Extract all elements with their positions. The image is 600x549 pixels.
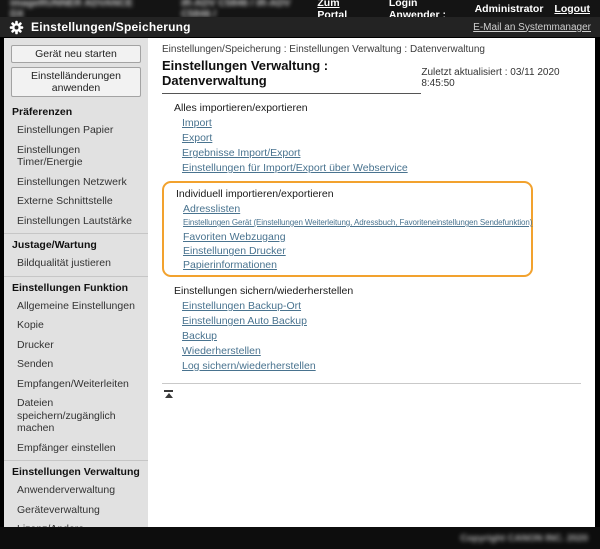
sidebar-section-management-settings: Einstellungen Verwaltung Anwenderverwalt… bbox=[4, 460, 148, 527]
sidebar-item-store-access-files[interactable]: Dateien speichern/zugänglich machen bbox=[4, 394, 148, 439]
link-paper-information[interactable]: Papierinformationen bbox=[183, 258, 527, 272]
link-backup[interactable]: Backup bbox=[182, 329, 581, 344]
sidebar-section-preferences: Präferenzen Einstellungen Papier Einstel… bbox=[4, 101, 148, 231]
sidebar-section-header: Einstellungen Funktion bbox=[4, 277, 148, 297]
sidebar-item-license-other[interactable]: Lizenz/Andere bbox=[4, 520, 148, 527]
group-import-export-individually-callout: Individuell importieren/exportieren Adre… bbox=[162, 181, 533, 277]
login-user-name: Administrator bbox=[475, 3, 544, 15]
sidebar-item-network-settings[interactable]: Einstellungen Netzwerk bbox=[4, 173, 148, 193]
apply-setting-changes-button[interactable]: Einstelländerungen anwenden bbox=[11, 67, 141, 97]
link-printer-settings[interactable]: Einstellungen Drucker bbox=[183, 244, 527, 258]
link-device-settings[interactable]: Einstellungen Gerät (Einstellungen Weite… bbox=[183, 216, 527, 230]
gear-icon bbox=[9, 20, 24, 35]
group-backup-restore: Einstellungen sichern/wiederherstellen E… bbox=[162, 284, 581, 374]
sidebar-section-adjustment-maintenance: Justage/Wartung Bildqualität justieren bbox=[4, 233, 148, 274]
top-device-bar: imageRUNNER ADVANCE DX iR-ADV C5846 / iR… bbox=[0, 0, 600, 17]
group-heading: Einstellungen sichern/wiederherstellen bbox=[174, 284, 581, 298]
settings-app-bar: Einstellungen/Speicherung E-Mail an Syst… bbox=[0, 17, 600, 38]
group-heading: Alles importieren/exportieren bbox=[174, 101, 581, 115]
link-auto-backup-settings[interactable]: Einstellungen Auto Backup bbox=[182, 314, 581, 329]
sidebar-item-timer-energy-settings[interactable]: Einstellungen Timer/Energie bbox=[4, 141, 148, 173]
data-management-page: Einstellungen/Speicherung : Einstellunge… bbox=[148, 38, 595, 527]
link-import-export-results[interactable]: Ergebnisse Import/Export bbox=[182, 146, 581, 161]
sidebar-section-header: Justage/Wartung bbox=[4, 234, 148, 254]
footer-bar: Copyright CANON INC. 2020 bbox=[0, 527, 600, 549]
sidebar-item-volume-settings[interactable]: Einstellungen Lautstärke bbox=[4, 212, 148, 232]
sidebar-item-adjust-image-quality[interactable]: Bildqualität justieren bbox=[4, 254, 148, 274]
page-title: Einstellungen Verwaltung : Datenverwaltu… bbox=[162, 58, 421, 94]
sidebar-item-receive-forward[interactable]: Empfangen/Weiterleiten bbox=[4, 375, 148, 395]
remote-ui-window: imageRUNNER ADVANCE DX iR-ADV C5846 / iR… bbox=[0, 0, 600, 549]
link-log-backup-restore[interactable]: Log sichern/wiederherstellen bbox=[182, 359, 581, 374]
restart-device-button[interactable]: Gerät neu starten bbox=[11, 45, 141, 63]
content-divider bbox=[162, 383, 581, 384]
sidebar-item-set-destination[interactable]: Empfänger einstellen bbox=[4, 439, 148, 459]
group-import-export-all: Alles importieren/exportieren Import Exp… bbox=[162, 101, 581, 176]
logout-link[interactable]: Logout bbox=[554, 3, 590, 15]
sidebar-item-paper-settings[interactable]: Einstellungen Papier bbox=[4, 121, 148, 141]
sidebar-item-user-management[interactable]: Anwenderverwaltung bbox=[4, 481, 148, 501]
group-heading: Individuell importieren/exportieren bbox=[176, 187, 527, 201]
sidebar-section-header: Präferenzen bbox=[4, 101, 148, 121]
sidebar-item-common-settings[interactable]: Allgemeine Einstellungen bbox=[4, 297, 148, 317]
sidebar-section-header: Einstellungen Verwaltung bbox=[4, 461, 148, 481]
link-restore[interactable]: Wiederherstellen bbox=[182, 344, 581, 359]
back-to-top-link[interactable] bbox=[164, 390, 173, 398]
top-arrow-icon bbox=[164, 390, 173, 392]
link-import-export-webservice-settings[interactable]: Einstellungen für Import/Export über Web… bbox=[182, 161, 581, 176]
sidebar-item-device-management[interactable]: Geräteverwaltung bbox=[4, 501, 148, 521]
settings-sidebar: Gerät neu starten Einstelländerungen anw… bbox=[4, 38, 148, 527]
copyright-text: Copyright CANON INC. 2020 bbox=[460, 533, 588, 544]
email-system-manager-link[interactable]: E-Mail an Systemmanager bbox=[473, 22, 591, 33]
link-export[interactable]: Export bbox=[182, 131, 581, 146]
link-backup-location-settings[interactable]: Einstellungen Backup-Ort bbox=[182, 299, 581, 314]
sidebar-item-external-interface[interactable]: Externe Schnittstelle bbox=[4, 192, 148, 212]
sidebar-section-function-settings: Einstellungen Funktion Allgemeine Einste… bbox=[4, 276, 148, 459]
sidebar-item-copy[interactable]: Kopie bbox=[4, 316, 148, 336]
breadcrumb: Einstellungen/Speicherung : Einstellunge… bbox=[162, 44, 581, 55]
top-arrow-icon bbox=[165, 393, 173, 398]
link-address-lists[interactable]: Adresslisten bbox=[183, 202, 527, 216]
last-updated-timestamp: Zuletzt aktualisiert : 03/11 2020 8:45:5… bbox=[421, 67, 581, 94]
sidebar-item-send[interactable]: Senden bbox=[4, 355, 148, 375]
app-title: Einstellungen/Speicherung bbox=[31, 20, 191, 34]
link-web-access-favorites[interactable]: Favoriten Webzugang bbox=[183, 230, 527, 244]
page-title-row: Einstellungen Verwaltung : Datenverwaltu… bbox=[162, 58, 581, 94]
link-import[interactable]: Import bbox=[182, 116, 581, 131]
sidebar-item-printer[interactable]: Drucker bbox=[4, 336, 148, 356]
